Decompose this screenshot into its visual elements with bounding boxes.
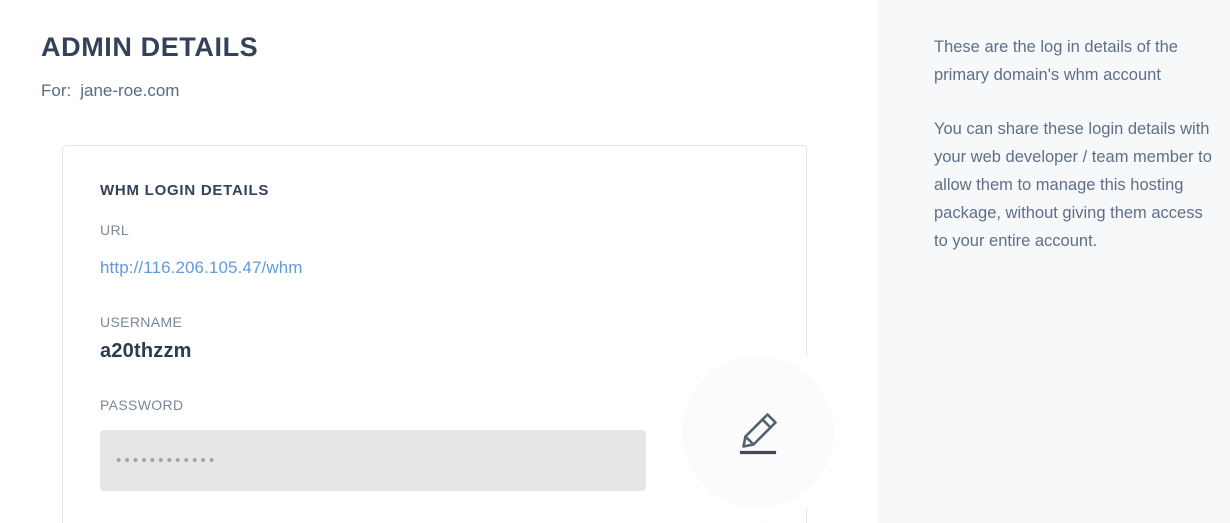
help-sidebar: These are the log in details of the prim… bbox=[878, 0, 1230, 523]
url-label: URL bbox=[100, 222, 130, 238]
username-value: a20thzzm bbox=[100, 340, 192, 362]
subtitle-label: For: bbox=[41, 81, 72, 100]
help-text-container: These are the log in details of the prim… bbox=[934, 33, 1212, 255]
help-paragraph-2: You can share these login details with y… bbox=[934, 120, 1212, 250]
edit-details-button[interactable] bbox=[682, 356, 834, 508]
subtitle-row: For: jane-roe.com bbox=[41, 81, 179, 101]
edit-fab-container bbox=[668, 342, 848, 522]
help-paragraph-1: These are the log in details of the prim… bbox=[934, 38, 1178, 84]
subtitle-domain-value: jane-roe.com bbox=[80, 81, 180, 100]
whm-url-link[interactable]: http://116.206.105.47/whm bbox=[100, 258, 303, 278]
page-title: ADMIN DETAILS bbox=[41, 32, 259, 62]
admin-details-page: ADMIN DETAILS For: jane-roe.com WHM LOGIN… bbox=[0, 0, 1230, 523]
username-label: USERNAME bbox=[100, 314, 183, 330]
card-heading: WHM LOGIN DETAILS bbox=[100, 182, 270, 199]
pencil-edit-icon bbox=[731, 405, 785, 459]
password-input[interactable] bbox=[100, 430, 646, 491]
password-label: PASSWORD bbox=[100, 397, 184, 413]
main-content-pane: ADMIN DETAILS For: jane-roe.com WHM LOGIN… bbox=[0, 0, 878, 523]
